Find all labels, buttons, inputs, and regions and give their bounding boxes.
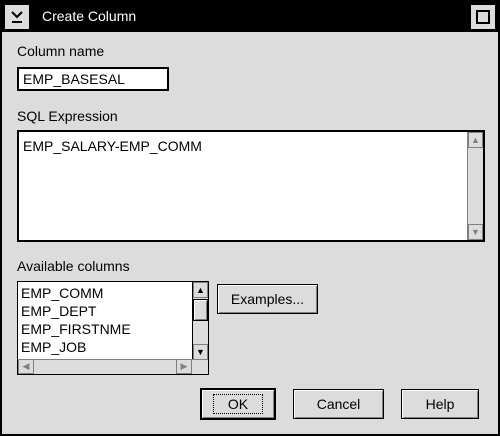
cancel-button[interactable]: Cancel (293, 389, 384, 419)
arrow-left-icon: ◀ (22, 361, 30, 371)
examples-button-label: Examples... (230, 291, 305, 307)
help-button-label: Help (425, 396, 455, 412)
list-item[interactable]: EMP_DEPT (18, 302, 192, 320)
list-vertical-scrollbar[interactable]: ▲ ▼ (192, 282, 208, 360)
list-scroll-thumb[interactable] (193, 299, 208, 321)
list-item[interactable]: EMP_COMM (18, 284, 192, 302)
scroll-up-button[interactable]: ▲ (468, 132, 483, 148)
list-items: EMP_COMM EMP_DEPT EMP_FIRSTNME EMP_JOB (18, 284, 192, 356)
scroll-down-button[interactable]: ▼ (468, 224, 483, 240)
list-horizontal-scrollbar[interactable]: ◀ ▶ (18, 359, 208, 374)
system-menu-icon (11, 11, 23, 23)
sql-expression-label: SQL Expression (17, 108, 118, 124)
available-columns-list[interactable]: EMP_COMM EMP_DEPT EMP_FIRSTNME EMP_JOB ▲… (17, 281, 209, 375)
title-bar: Create Column (2, 2, 498, 32)
window-title: Create Column (42, 8, 137, 24)
sql-expression-scrollbar[interactable]: ▲ ▼ (467, 132, 483, 240)
ok-button-label: OK (212, 394, 264, 414)
sql-expression-text: EMP_SALARY-EMP_COMM (23, 138, 202, 154)
scroll-left-button[interactable]: ◀ (18, 359, 34, 374)
help-button[interactable]: Help (401, 389, 479, 419)
list-item[interactable]: EMP_FIRSTNME (18, 320, 192, 338)
column-name-label: Column name (17, 43, 105, 59)
ok-button[interactable]: OK (200, 388, 276, 420)
sql-expression-textarea[interactable]: EMP_SALARY-EMP_COMM ▲ ▼ (17, 130, 485, 242)
arrow-up-icon: ▲ (196, 285, 205, 295)
maximize-button[interactable] (470, 4, 496, 30)
arrow-down-icon: ▼ (196, 347, 205, 357)
arrow-down-icon: ▼ (471, 227, 480, 237)
system-menu-button[interactable] (4, 4, 30, 30)
scroll-right-button[interactable]: ▶ (176, 359, 192, 374)
arrow-right-icon: ▶ (180, 361, 188, 371)
examples-button[interactable]: Examples... (217, 284, 318, 314)
maximize-icon (476, 10, 490, 24)
list-item[interactable]: EMP_JOB (18, 338, 192, 356)
list-scroll-down-button[interactable]: ▼ (193, 344, 208, 360)
available-columns-label: Available columns (17, 258, 130, 274)
list-scroll-up-button[interactable]: ▲ (193, 282, 208, 298)
column-name-input[interactable]: EMP_BASESAL (17, 67, 169, 91)
cancel-button-label: Cancel (316, 396, 361, 412)
arrow-up-icon: ▲ (471, 135, 480, 145)
create-column-dialog: Create Column Column name EMP_BASESAL SQ… (0, 0, 500, 436)
